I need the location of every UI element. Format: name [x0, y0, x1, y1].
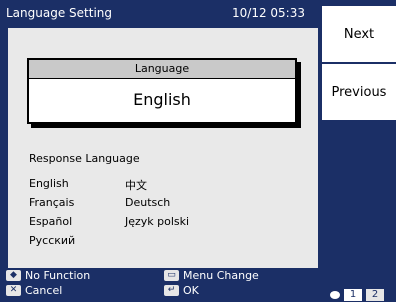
- page-indicator-icon: [330, 291, 340, 299]
- page-2[interactable]: 2: [366, 289, 384, 301]
- side-panel: Next Previous: [320, 0, 396, 302]
- no-function-label: No Function: [25, 269, 91, 282]
- datetime: 10/12 05:33: [232, 6, 305, 20]
- lang-spanish[interactable]: Español: [29, 215, 72, 228]
- lang-french[interactable]: Français: [29, 196, 74, 209]
- no-function-hint: ◆ No Function: [6, 269, 90, 282]
- lang-russian[interactable]: Русский: [29, 234, 75, 247]
- page-title: Language Setting: [6, 6, 113, 20]
- lang-english[interactable]: English: [29, 177, 69, 190]
- footer-bar: ◆ No Function ▭ Menu Change ✕ Cancel ↵ O…: [0, 268, 320, 302]
- lang-german[interactable]: Deutsch: [125, 196, 170, 209]
- cancel-hint: ✕ Cancel: [6, 284, 62, 297]
- menu-change-hint: ▭ Menu Change: [164, 269, 259, 282]
- language-selector[interactable]: Language English: [27, 58, 297, 124]
- ok-label: OK: [183, 284, 199, 297]
- page-1[interactable]: 1: [344, 289, 362, 301]
- language-header: Language: [29, 60, 295, 79]
- previous-button[interactable]: Previous: [322, 64, 396, 120]
- settings-panel: Language English Response Language Engli…: [8, 28, 318, 268]
- language-value[interactable]: English: [29, 79, 295, 121]
- title-bar: Language Setting 10/12 05:33: [0, 0, 320, 26]
- menu-icon: ▭: [164, 270, 179, 281]
- menu-change-label: Menu Change: [183, 269, 259, 282]
- cancel-label: Cancel: [25, 284, 63, 297]
- cancel-icon: ✕: [6, 285, 21, 296]
- enter-icon: ↵: [164, 285, 179, 296]
- ok-hint: ↵ OK: [164, 284, 199, 297]
- lang-polish[interactable]: Język polski: [125, 215, 189, 228]
- response-language-label: Response Language: [29, 152, 140, 165]
- dpad-icon: ◆: [6, 270, 21, 281]
- pager: 1 2: [330, 288, 396, 302]
- screen: Language Setting 10/12 05:33 Language En…: [0, 0, 320, 302]
- lang-chinese[interactable]: 中文: [125, 177, 147, 193]
- next-button[interactable]: Next: [322, 6, 396, 62]
